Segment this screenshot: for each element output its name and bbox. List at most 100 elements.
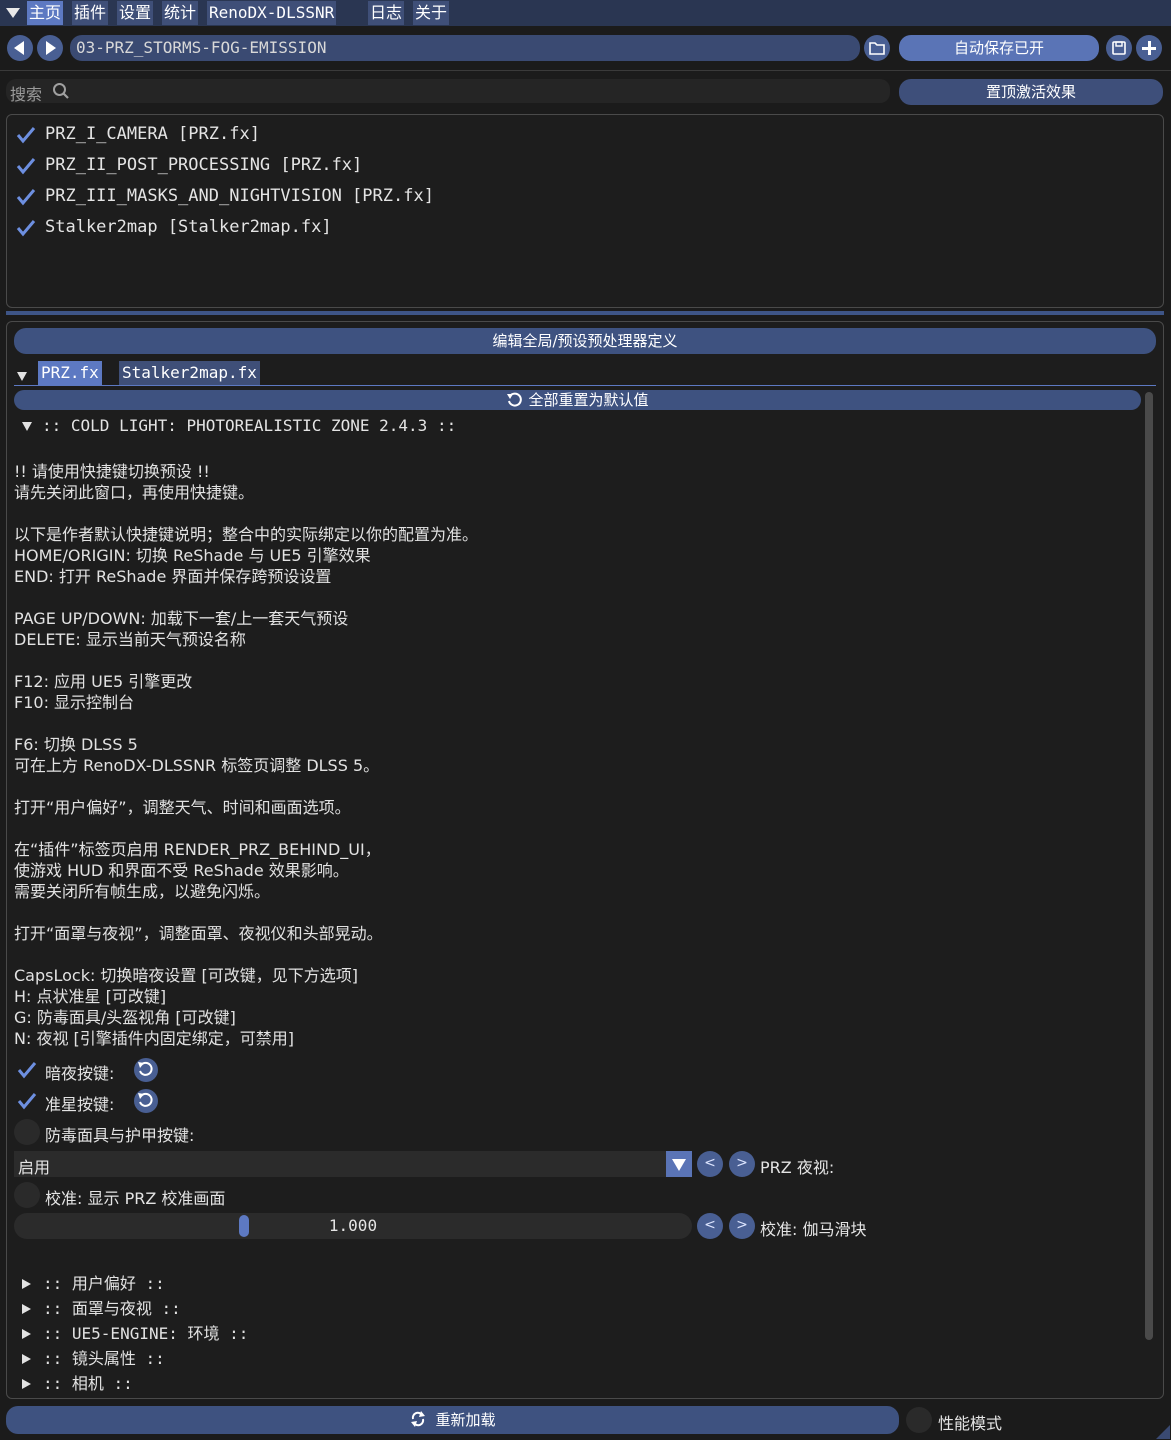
add-preset-button[interactable] (1136, 35, 1162, 61)
divider (0, 70, 1171, 71)
tab-about[interactable]: 关于 (413, 1, 450, 25)
info-text-line: G: 防毒面具/头盔视角 [可改键] (14, 1008, 236, 1027)
arrow-left-icon (14, 41, 24, 55)
info-text-line: PAGE UP/DOWN: 加载下一套/上一套天气预设 (14, 609, 349, 628)
collapsed-icon (22, 1354, 31, 1364)
collapsed-icon (22, 1304, 31, 1314)
performance-mode-label: 性能模式 (938, 1414, 1003, 1433)
search-label: 搜索 (10, 85, 43, 104)
collapsed-section-header[interactable]: :: 相机 :: (22, 1370, 133, 1394)
tab-addons[interactable]: 插件 (72, 1, 109, 25)
effect-checkbox[interactable] (15, 155, 37, 181)
info-text-line: 需要关闭所有帧生成，以避免闪烁。 (14, 882, 271, 901)
reset-icon (507, 392, 523, 407)
edit-preprocessor-definitions-button[interactable]: 编辑全局/预设预处理器定义 (14, 328, 1156, 354)
file-tabs-underline (14, 385, 1156, 386)
reset-icon (138, 1061, 153, 1076)
gamma-increment-button[interactable]: > (729, 1213, 755, 1239)
nightvision-decrement-button[interactable]: < (697, 1151, 723, 1177)
arrow-right-icon (46, 41, 56, 55)
tab-settings[interactable]: 设置 (117, 1, 154, 25)
previous-preset-button[interactable] (7, 35, 33, 61)
option-checkbox[interactable] (14, 1119, 40, 1145)
gamma-slider-label: 校准: 伽马滑块 (760, 1220, 867, 1239)
effect-label: PRZ_II_POST_PROCESSING [PRZ.fx] (45, 155, 363, 175)
info-text-line: 打开“用户偏好”，调整天气、时间和画面选项。 (14, 798, 351, 817)
info-text-line: DELETE: 显示当前天气预设名称 (14, 630, 246, 649)
effect-checkbox[interactable] (15, 217, 37, 243)
option-reset-button[interactable] (134, 1089, 158, 1113)
option-row: 暗夜按键: (14, 1057, 414, 1083)
section-label: :: 镜头属性 :: (43, 1349, 165, 1368)
option-checkbox[interactable] (16, 1059, 38, 1085)
gamma-slider-value: 1.000 (328, 1216, 378, 1235)
checkmark-icon (16, 189, 36, 206)
info-text-line: F10: 显示控制台 (14, 693, 135, 712)
checkmark-icon (16, 127, 36, 144)
info-text-line: H: 点状准星 [可改键] (14, 987, 167, 1006)
collapsed-section-header[interactable]: :: 用户偏好 :: (22, 1270, 165, 1294)
section-label: :: UE5-ENGINE: 环境 :: (43, 1324, 249, 1343)
nightvision-combo[interactable]: 启用 (14, 1151, 692, 1177)
tab-statistics[interactable]: 统计 (162, 1, 199, 25)
tab-renodx-dlssnr[interactable]: RenoDX-DLSSNR (207, 1, 337, 25)
resize-grip-icon[interactable] (1156, 1425, 1170, 1439)
collapsed-section-header[interactable]: :: 镜头属性 :: (22, 1345, 165, 1369)
save-preset-button[interactable] (1106, 35, 1132, 61)
info-text-line: 使游戏 HUD 和界面不受 ReShade 效果影响。 (14, 861, 349, 880)
combo-arrow-button[interactable] (666, 1151, 692, 1177)
menu-collapse-icon[interactable] (6, 8, 20, 18)
checkmark-icon (17, 1062, 37, 1079)
checkmark-icon (16, 220, 36, 237)
section-title: :: COLD LIGHT: PHOTOREALISTIC ZONE 2.4.3… (42, 416, 457, 435)
reload-button[interactable]: 重新加载 (6, 1406, 899, 1434)
refresh-icon (411, 1411, 426, 1427)
gamma-slider[interactable]: 1.000 (14, 1213, 692, 1239)
reset-icon (138, 1092, 153, 1107)
folder-icon (869, 42, 885, 55)
section-header-cold-light[interactable]: :: COLD LIGHT: PHOTOREALISTIC ZONE 2.4.3… (22, 416, 456, 435)
nightvision-increment-button[interactable]: > (729, 1151, 755, 1177)
section-label: :: 面罩与夜视 :: (43, 1299, 181, 1318)
expanded-icon (22, 422, 32, 431)
scrollbar-thumb[interactable] (1145, 392, 1153, 1340)
info-text-line: 请先关闭此窗口，再使用快捷键。 (14, 483, 255, 502)
collapsed-section-header[interactable]: :: 面罩与夜视 :: (22, 1295, 181, 1319)
info-text-line: 在“插件”标签页启用 RENDER_PRZ_BEHIND_UI， (14, 840, 381, 859)
option-row: 防毒面具与护甲按键: (14, 1119, 414, 1145)
browse-preset-button[interactable] (864, 35, 890, 61)
nightvision-label: PRZ 夜视: (760, 1158, 835, 1177)
info-text-line: END: 打开 ReShade 界面并保存跨预设设置 (14, 567, 332, 586)
save-icon (1112, 41, 1126, 55)
next-preset-button[interactable] (37, 35, 63, 61)
preset-selector[interactable]: 03-PRZ_STORMS-FOG-EMISSION (70, 35, 860, 61)
file-tab-prz[interactable]: PRZ.fx (38, 361, 102, 385)
file-tabs-collapse-icon[interactable] (17, 366, 27, 385)
menu-bar: 主页 插件 设置 统计 RenoDX-DLSSNR 日志 关于 (0, 0, 1171, 26)
tab-home[interactable]: 主页 (27, 1, 64, 25)
section-label: :: 相机 :: (43, 1374, 133, 1393)
info-text-line: !! 请使用快捷键切换预设 !! (14, 462, 210, 481)
option-label: 准星按键: (45, 1095, 115, 1114)
search-input[interactable]: 搜索 (6, 79, 890, 104)
collapsed-icon (22, 1279, 31, 1289)
calibration-checkbox[interactable] (14, 1182, 40, 1208)
effect-checkbox[interactable] (15, 124, 37, 150)
effect-checkbox[interactable] (15, 186, 37, 212)
splitter[interactable] (6, 311, 1164, 315)
info-text-line: 可在上方 RenoDX-DLSSNR 标签页调整 DLSS 5。 (14, 756, 380, 775)
collapsed-section-header[interactable]: :: UE5-ENGINE: 环境 :: (22, 1320, 248, 1344)
reload-label: 重新加载 (435, 1411, 496, 1429)
option-label: 暗夜按键: (45, 1064, 115, 1083)
reset-all-defaults-button[interactable]: 全部重置为默认值 (14, 390, 1141, 410)
checkmark-icon (16, 158, 36, 175)
option-reset-button[interactable] (134, 1058, 158, 1082)
option-checkbox[interactable] (16, 1090, 38, 1116)
option-label: 防毒面具与护甲按键: (45, 1126, 195, 1145)
gamma-decrement-button[interactable]: < (697, 1213, 723, 1239)
autosave-toggle-button[interactable]: 自动保存已开 (899, 35, 1099, 61)
file-tab-stalker2map[interactable]: Stalker2map.fx (119, 361, 260, 385)
tab-log[interactable]: 日志 (368, 1, 405, 25)
performance-mode-checkbox[interactable] (906, 1407, 932, 1433)
pin-active-effects-button[interactable]: 置顶激活效果 (899, 79, 1163, 105)
